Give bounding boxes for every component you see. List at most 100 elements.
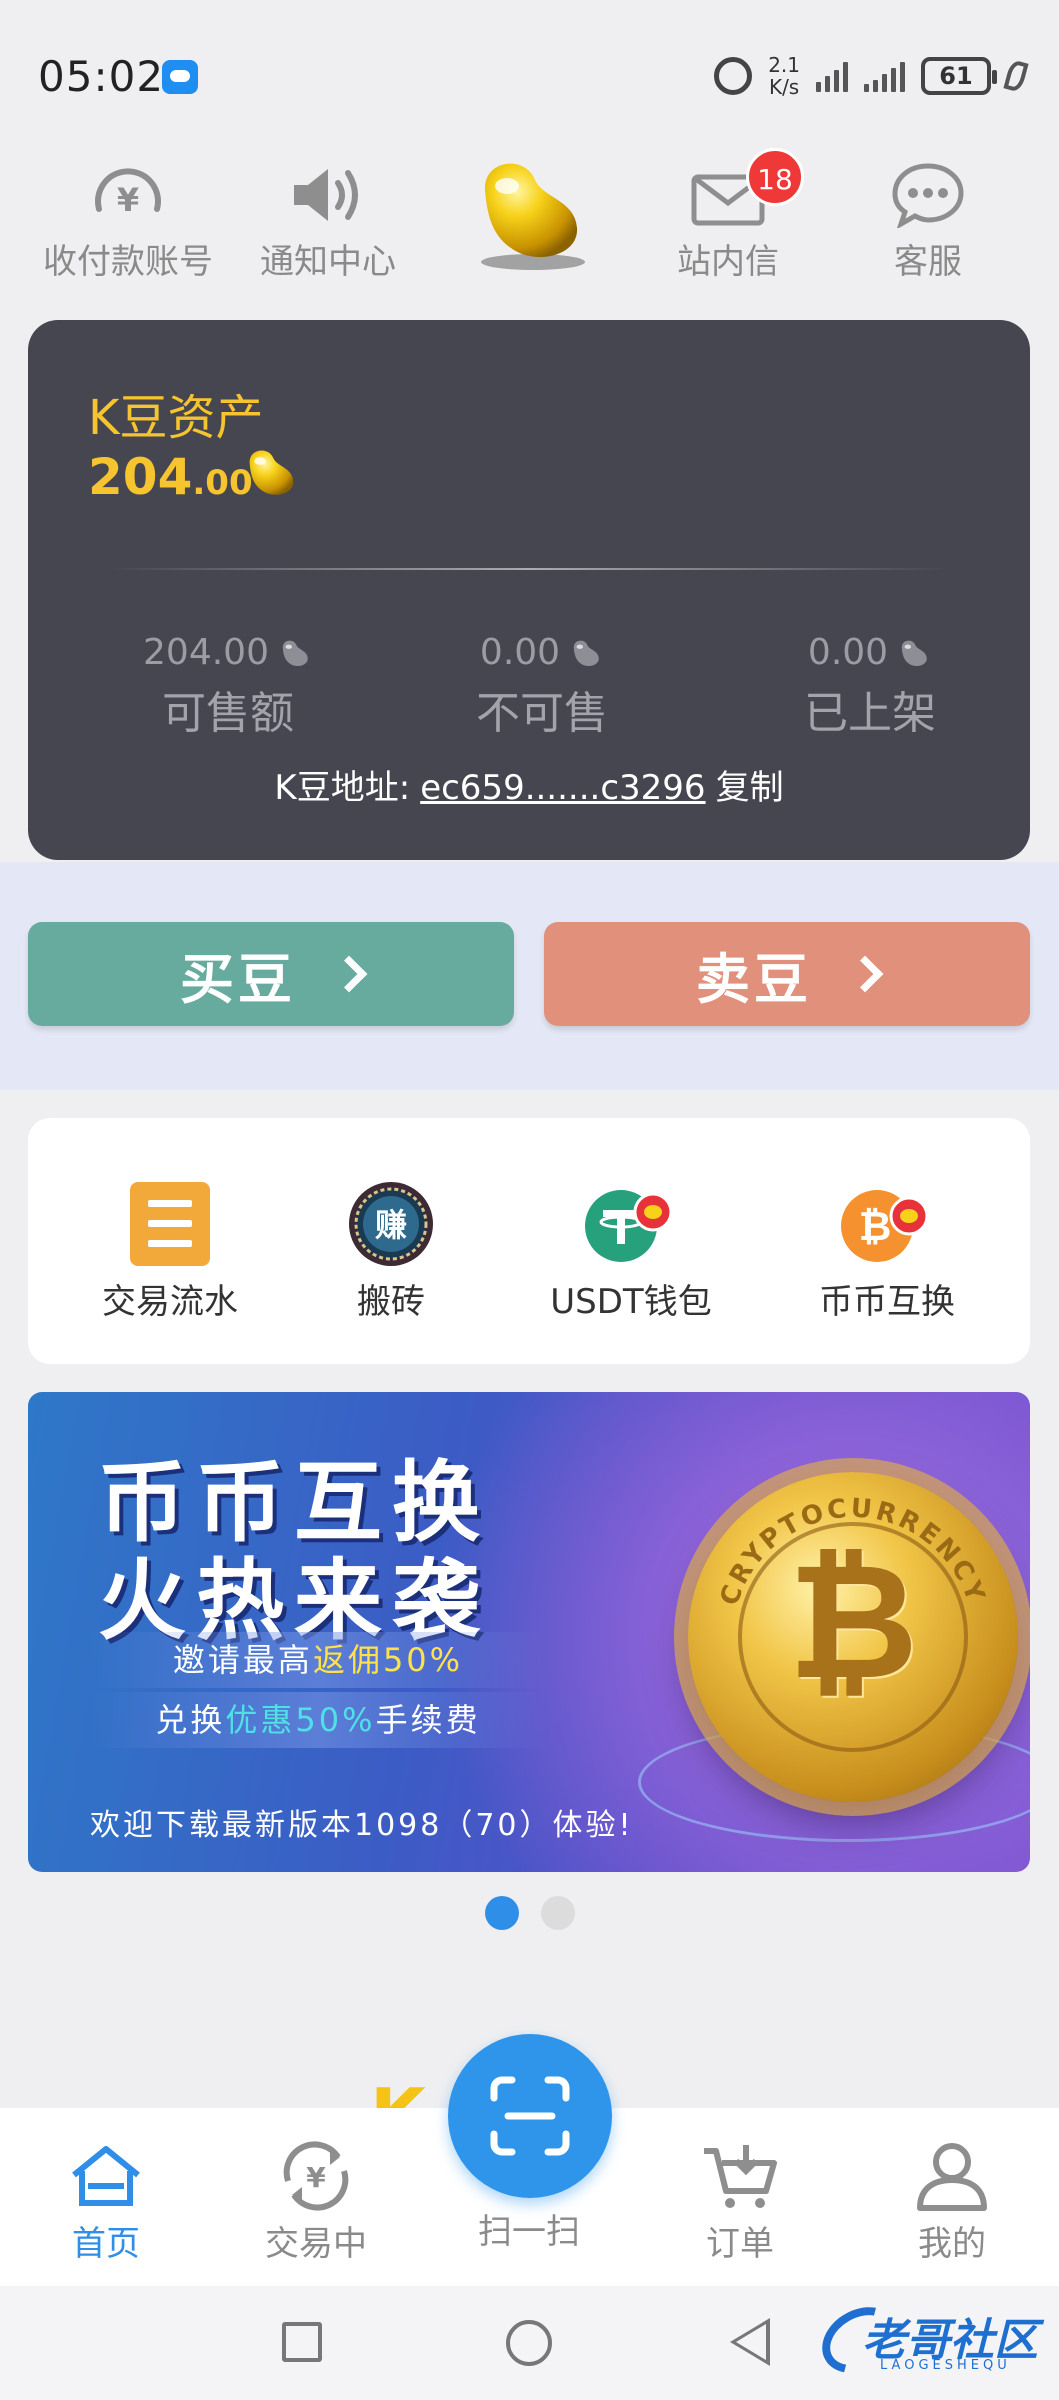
recent-apps-button[interactable]	[282, 2322, 322, 2362]
stat-label: 不可售	[476, 688, 608, 739]
pagination-dot[interactable]	[540, 1896, 575, 1930]
cart-icon	[660, 2138, 820, 2214]
trade-actions: 买豆 卖豆	[0, 862, 1059, 1090]
tab-profile[interactable]: 我的	[872, 2138, 1032, 2265]
tether-icon	[516, 1178, 746, 1270]
tab-label: 订单	[706, 2224, 774, 2264]
asset-title: K豆资产	[88, 390, 264, 446]
tab-label: 交易中	[265, 2224, 367, 2264]
menu-label: USDT钱包	[550, 1282, 712, 1322]
address-label: K豆地址:	[274, 768, 411, 808]
sell-beans-button[interactable]: 卖豆	[544, 922, 1030, 1026]
chevron-right-icon	[330, 955, 368, 993]
stat-label: 已上架	[804, 688, 936, 739]
promo-text: 邀请最高	[172, 1641, 313, 1679]
golden-bean-icon[interactable]	[465, 150, 595, 280]
svg-text:¥: ¥	[306, 2161, 326, 2194]
signal-icon	[816, 60, 848, 92]
tab-label: 首页	[72, 2224, 140, 2264]
stat-value: 204.00	[143, 632, 269, 673]
stat-label: 可售额	[162, 688, 294, 739]
menu-coin-swap[interactable]: ₿ 币币互换	[772, 1178, 1002, 1323]
topnav-label: 通知中心	[260, 242, 396, 282]
topnav-inbox[interactable]: 18 站内信	[628, 148, 828, 283]
chat-bubble-icon	[162, 60, 198, 94]
alarm-icon	[714, 57, 753, 95]
leaf-icon	[1003, 59, 1029, 93]
stat-value: 0.00	[479, 632, 561, 673]
stat-sellable: 204.00 可售额	[98, 632, 358, 741]
buy-beans-button[interactable]: 买豆	[28, 922, 514, 1026]
topnav-notification-center[interactable]: 通知中心	[228, 160, 428, 283]
golden-bean-icon	[240, 444, 302, 504]
sell-label: 卖豆	[696, 947, 812, 1011]
home-icon	[26, 2138, 186, 2214]
speaker-icon	[228, 160, 428, 230]
divider	[108, 568, 950, 570]
bitcoin-coin-image: CRYPTOCURRENCY ₿	[688, 1472, 1018, 1802]
topnav-customer-service[interactable]: 客服	[828, 160, 1028, 283]
tab-scan-label-wrap[interactable]: 扫一扫	[449, 2202, 609, 2253]
grey-bean-icon	[901, 640, 927, 666]
bitcoin-icon: ₿	[772, 1178, 1002, 1270]
battery-icon: 61	[921, 57, 997, 95]
asset-amount: 204.00	[88, 448, 253, 506]
banner-promo-2: 兑换优惠50%手续费	[88, 1692, 548, 1748]
watermark-sub: LAOGESHEQU	[880, 2358, 1011, 2373]
menu-label: 币币互换	[819, 1282, 955, 1322]
earn-glyph: 赚	[375, 1206, 407, 1244]
net-speed-unit: K/s	[768, 75, 800, 99]
promo-highlight: 返佣50%	[312, 1641, 464, 1679]
pagination-dot-active[interactable]	[484, 1896, 519, 1930]
unread-badge: 18	[746, 148, 804, 206]
promo-highlight: 优惠50%	[225, 1701, 376, 1739]
tab-home[interactable]: 首页	[26, 2138, 186, 2265]
menu-usdt-wallet[interactable]: USDT钱包	[516, 1178, 746, 1323]
menu-transaction-history[interactable]: 交易流水	[55, 1178, 285, 1323]
topnav-label: 客服	[894, 242, 962, 282]
back-button[interactable]	[730, 2318, 770, 2366]
scan-button[interactable]	[448, 2034, 612, 2198]
banner-pagination	[0, 1896, 1059, 1930]
banner-footer: 欢迎下载最新版本1098（70）体验!	[90, 1808, 634, 1843]
tab-label: 我的	[918, 2224, 986, 2264]
chevron-right-icon	[846, 955, 884, 993]
exchange-icon: ¥	[236, 2138, 396, 2214]
tab-trading[interactable]: ¥ 交易中	[236, 2138, 396, 2265]
home-button[interactable]	[506, 2320, 552, 2366]
svg-text:₿: ₿	[859, 1204, 892, 1250]
promo-text: 手续费	[375, 1701, 481, 1739]
bean-address: K豆地址: ec659.......c3296 复制	[28, 760, 1030, 809]
scan-icon	[490, 2076, 570, 2156]
status-icons: 2.1 K/s 61	[714, 54, 1029, 98]
net-speed: 2.1 K/s	[768, 54, 800, 98]
topnav-label: 站内信	[677, 242, 779, 282]
stat-value: 0.00	[807, 632, 889, 673]
asset-card: K豆资产 204.00 204.00 可售额 0.00 不可售 0.00 已上架…	[28, 320, 1030, 860]
banner-promo-1: 邀请最高返佣50%	[88, 1632, 548, 1688]
net-speed-value: 2.1	[768, 53, 800, 77]
user-icon	[872, 2138, 1032, 2214]
menu-label: 搬砖	[357, 1282, 425, 1322]
quick-menu: 交易流水 赚 搬砖 USDT钱包 ₿ 币币互换	[28, 1118, 1030, 1364]
promo-banner[interactable]: 币币互换 火热来袭 邀请最高返佣50% 兑换优惠50%手续费 欢迎下载最新版本1…	[28, 1392, 1030, 1872]
status-bar: 05:02 2.1 K/s 61	[0, 0, 1059, 150]
svg-text:¥: ¥	[117, 181, 139, 219]
grey-bean-icon	[282, 640, 308, 666]
promo-text: 兑换	[155, 1701, 226, 1739]
stat-listed: 0.00 已上架	[740, 632, 1000, 741]
signal-icon	[864, 60, 905, 92]
buy-label: 买豆	[180, 947, 296, 1011]
address-value[interactable]: ec659.......c3296	[420, 768, 705, 808]
stat-unsellable: 0.00 不可售	[412, 632, 672, 741]
tab-orders[interactable]: 订单	[660, 2138, 820, 2265]
coin-glyph: ₿	[787, 1528, 919, 1715]
topnav-label: 收付款账号	[43, 242, 213, 282]
ledger-icon	[55, 1178, 285, 1270]
topnav-payment-accounts[interactable]: ¥ 收付款账号	[28, 160, 228, 283]
earn-badge-icon: 赚	[276, 1178, 506, 1270]
tab-label: 扫一扫	[478, 2212, 580, 2252]
asset-amount-int: 204	[88, 448, 193, 506]
menu-move-bricks[interactable]: 赚 搬砖	[276, 1178, 506, 1323]
copy-address-button[interactable]: 复制	[716, 768, 784, 808]
